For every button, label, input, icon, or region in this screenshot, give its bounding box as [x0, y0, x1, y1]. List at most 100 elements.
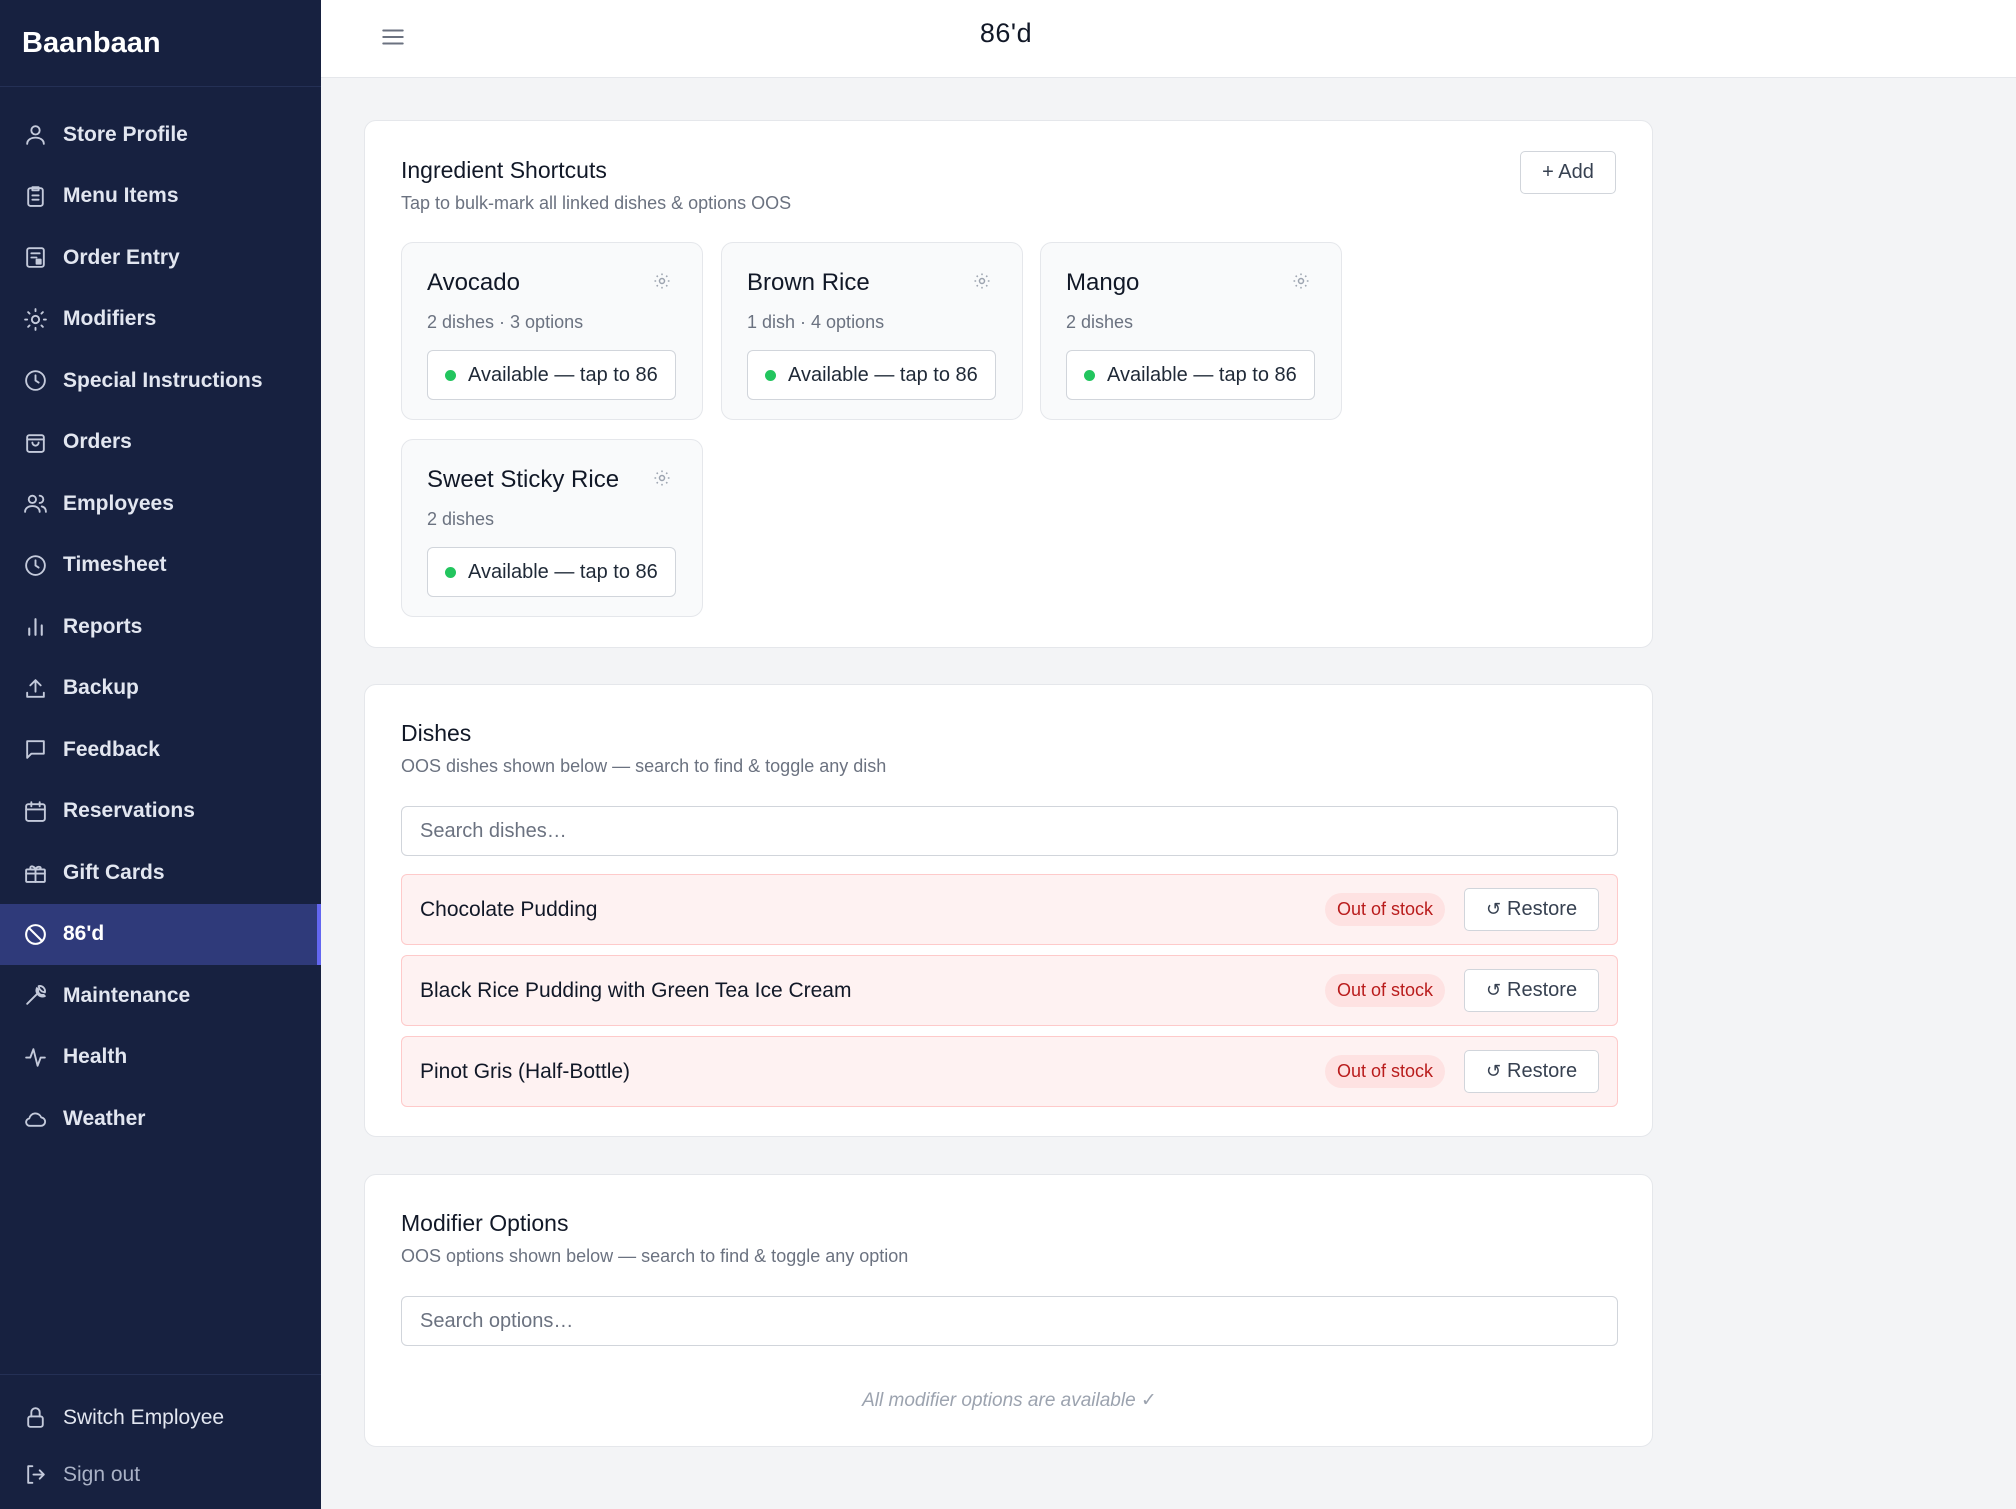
sidebar-item-label: Maintenance [63, 983, 191, 1007]
sidebar-item-label: Employees [63, 491, 174, 515]
clock-icon [22, 368, 48, 394]
sidebar-item-reservations[interactable]: Reservations [0, 781, 321, 843]
sidebar-item-label: Reports [63, 614, 143, 638]
sun-icon [22, 306, 48, 332]
user-icon [22, 122, 48, 148]
restore-label: Restore [1507, 1060, 1578, 1082]
sidebar-item-health[interactable]: Health [0, 1027, 321, 1089]
ingredient-name: Brown Rice [747, 269, 870, 296]
sidebar-item-label: Feedback [63, 737, 160, 761]
sidebar-item-label: Gift Cards [63, 860, 165, 884]
add-ingredient-button[interactable]: + Add [1520, 151, 1616, 194]
sidebar-item-maintenance[interactable]: Maintenance [0, 965, 321, 1027]
dish-row: Black Rice Pudding with Green Tea Ice Cr… [401, 955, 1618, 1026]
ingredient-shortcuts-card: Ingredient Shortcuts Tap to bulk-mark al… [364, 120, 1653, 648]
ingredient-toggle-button[interactable]: Available — tap to 86 [1066, 350, 1315, 400]
ingredient-name: Mango [1066, 269, 1140, 296]
clipboard-icon [22, 183, 48, 209]
sidebar-item-timesheet[interactable]: Timesheet [0, 535, 321, 597]
card-subtitle: Tap to bulk-mark all linked dishes & opt… [401, 193, 792, 213]
calendar-icon [22, 798, 48, 824]
switch-employee-button[interactable]: Switch Employee [0, 1389, 321, 1446]
wrench-icon [22, 983, 48, 1009]
sidebar: Baanbaan Store Profile Menu Items Order … [0, 0, 321, 1509]
sidebar-item-employees[interactable]: Employees [0, 473, 321, 535]
dish-row: Pinot Gris (Half-Bottle) Out of stock ↺ R… [401, 1036, 1618, 1107]
sidebar-item-label: Store Profile [63, 122, 188, 146]
sidebar-item-feedback[interactable]: Feedback [0, 719, 321, 781]
sidebar-item-label: Backup [63, 676, 139, 700]
clock-icon [22, 552, 48, 578]
ban-icon [22, 921, 48, 947]
sidebar-item-menu-items[interactable]: Menu Items [0, 166, 321, 228]
restore-button[interactable]: ↺ Restore [1464, 888, 1599, 931]
ingredient-card-sweet-sticky-rice: Sweet Sticky Rice 2 dishes Available — t… [401, 439, 703, 617]
restore-button[interactable]: ↺ Restore [1464, 969, 1599, 1012]
sidebar-item-86d[interactable]: 86'd [0, 903, 321, 965]
search-options-input[interactable] [401, 1296, 1618, 1346]
out-of-stock-badge: Out of stock [1324, 974, 1445, 1007]
upload-icon [22, 675, 48, 701]
sidebar-item-label: 86'd [63, 922, 105, 946]
ingredient-status: Available — tap to 86 [1107, 363, 1297, 386]
ingredient-meta: 1 dish · 4 options [747, 312, 885, 332]
ingredient-meta: 2 dishes [427, 509, 495, 529]
restore-icon: ↺ [1485, 899, 1502, 919]
gear-icon[interactable] [652, 468, 672, 488]
dishes-card: Dishes OOS dishes shown below — search t… [364, 684, 1653, 1137]
sidebar-item-label: Modifiers [63, 307, 157, 331]
dish-name: Pinot Gris (Half-Bottle) [420, 1060, 631, 1083]
out-of-stock-badge: Out of stock [1324, 1055, 1445, 1088]
bar-chart-icon [22, 614, 48, 640]
sidebar-item-label: Special Instructions [63, 368, 263, 392]
users-icon [22, 491, 48, 517]
order-entry-icon [22, 245, 48, 271]
ingredient-name: Avocado [427, 269, 520, 296]
sidebar-item-modifiers[interactable]: Modifiers [0, 289, 321, 351]
dish-name: Chocolate Pudding [420, 898, 598, 921]
available-dot-icon [445, 566, 456, 578]
empty-state-text: All modifier options are available ✓ [862, 1390, 1157, 1411]
sidebar-item-reports[interactable]: Reports [0, 596, 321, 658]
sidebar-item-gift-cards[interactable]: Gift Cards [0, 842, 321, 904]
gift-icon [22, 860, 48, 886]
ingredient-toggle-button[interactable]: Available — tap to 86 [427, 350, 676, 400]
sidebar-item-store-profile[interactable]: Store Profile [0, 104, 321, 166]
card-title: Modifier Options [401, 1210, 569, 1236]
ingredient-card-brown-rice: Brown Rice 1 dish · 4 options Available … [721, 242, 1023, 420]
restore-label: Restore [1507, 979, 1578, 1001]
restore-button[interactable]: ↺ Restore [1464, 1050, 1599, 1093]
sidebar-item-backup[interactable]: Backup [0, 658, 321, 720]
sign-out-label: Sign out [63, 1462, 141, 1486]
sidebar-item-special-instructions[interactable]: Special Instructions [0, 350, 321, 412]
restore-icon: ↺ [1485, 1061, 1502, 1081]
gear-icon[interactable] [972, 271, 992, 291]
sidebar-nav: Store Profile Menu Items Order Entry Mod… [0, 87, 321, 1150]
gear-icon[interactable] [652, 271, 672, 291]
available-dot-icon [765, 369, 776, 381]
search-dishes-input[interactable] [401, 806, 1618, 856]
card-title: Ingredient Shortcuts [401, 157, 607, 183]
sidebar-item-order-entry[interactable]: Order Entry [0, 227, 321, 289]
ingredient-toggle-button[interactable]: Available — tap to 86 [747, 350, 996, 400]
page-title: 86'd [979, 18, 1033, 48]
bag-icon [22, 429, 48, 455]
sign-out-button[interactable]: Sign out [0, 1446, 321, 1503]
activity-icon [22, 1044, 48, 1070]
ingredient-toggle-button[interactable]: Available — tap to 86 [427, 547, 676, 597]
ingredient-status: Available — tap to 86 [468, 560, 658, 583]
ingredient-card-mango: Mango 2 dishes Available — tap to 86 [1040, 242, 1342, 420]
out-of-stock-badge: Out of stock [1324, 893, 1445, 926]
gear-icon[interactable] [1291, 271, 1311, 291]
restore-label: Restore [1507, 898, 1578, 920]
card-subtitle: OOS dishes shown below — search to find … [401, 756, 887, 776]
sidebar-footer: Switch Employee Sign out [0, 1374, 321, 1509]
sign-out-icon [22, 1462, 48, 1488]
ingredient-status: Available — tap to 86 [468, 363, 658, 386]
ingredient-card-avocado: Avocado 2 dishes · 3 options Available —… [401, 242, 703, 420]
sidebar-item-label: Orders [63, 430, 132, 454]
sidebar-item-orders[interactable]: Orders [0, 412, 321, 474]
sidebar-item-weather[interactable]: Weather [0, 1088, 321, 1150]
ingredient-meta: 2 dishes [1066, 312, 1134, 332]
ingredient-name: Sweet Sticky Rice [427, 466, 620, 493]
